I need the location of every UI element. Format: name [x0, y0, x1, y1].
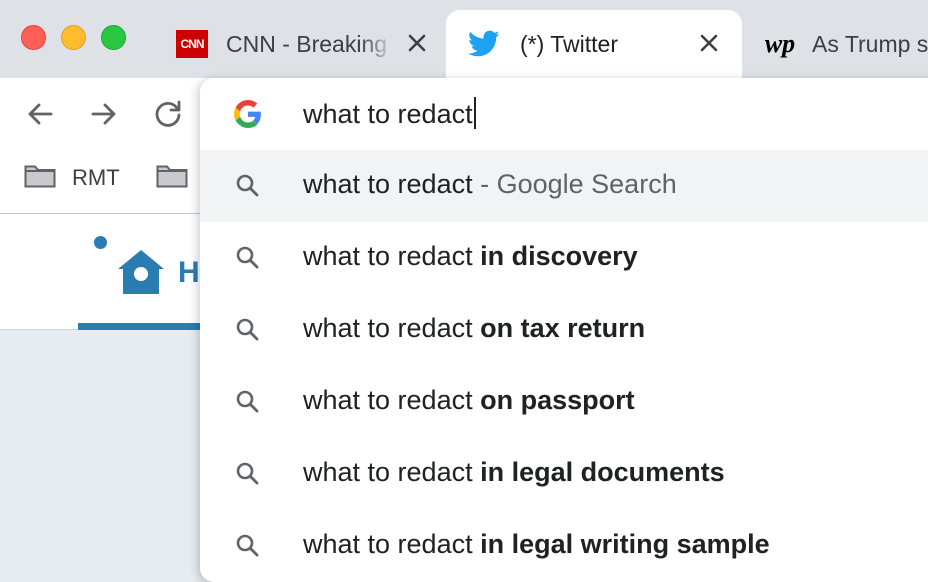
close-icon[interactable] — [406, 32, 428, 54]
tab-title: CNN - Breaking — [226, 31, 388, 57]
suggestion-item[interactable]: what to redact in legal writing sample — [200, 510, 928, 582]
search-icon — [234, 172, 262, 200]
tab-cnn[interactable]: CNN CNN - Breaking — [176, 10, 436, 78]
search-icon — [234, 460, 262, 488]
notification-dot — [94, 236, 107, 249]
google-g-icon — [234, 100, 262, 133]
text-caret — [473, 97, 476, 129]
tab-title: (*) Twitter — [520, 31, 618, 57]
window-close-button[interactable] — [21, 25, 46, 50]
search-icon — [234, 388, 262, 416]
suggestion-text: what to redact in discovery — [303, 241, 638, 271]
close-icon[interactable] — [698, 32, 720, 54]
forward-arrow-icon[interactable] — [88, 98, 120, 130]
search-input[interactable]: what to redact — [303, 97, 476, 130]
tab-twitter[interactable]: (*) Twitter — [446, 10, 742, 78]
washington-post-logo: wp — [764, 29, 796, 58]
folder-icon — [156, 163, 188, 194]
bookmark-label: RMT — [72, 165, 120, 190]
window-minimize-button[interactable] — [61, 25, 86, 50]
suggestion-list: what to redact - Google Search what to r… — [200, 150, 928, 582]
home-tab-label[interactable]: H — [178, 256, 200, 290]
back-arrow-icon[interactable] — [24, 98, 56, 130]
suggestion-google-search[interactable]: what to redact - Google Search — [200, 150, 928, 222]
suggestion-text: what to redact in legal writing sample — [303, 529, 770, 559]
bookmark-folder[interactable] — [156, 162, 188, 194]
search-icon — [234, 532, 262, 560]
tab-title: As Trump s — [812, 31, 928, 57]
tab-washington-post[interactable]: wp As Trump s — [764, 10, 928, 78]
suggestion-text: what to redact in legal documents — [303, 457, 725, 487]
tab-strip: CNN CNN - Breaking (*) Twitter wp As Tru… — [0, 0, 928, 78]
suggestion-item[interactable]: what to redact on passport — [200, 366, 928, 438]
active-tab-indicator — [78, 323, 218, 330]
search-icon — [234, 244, 262, 272]
omnibox-dropdown: what to redact what to redact - Google S… — [200, 78, 928, 582]
suggestion-text: what to redact - Google Search — [303, 169, 677, 199]
cnn-logo: CNN — [176, 30, 208, 58]
suggestion-item[interactable]: what to redact in discovery — [200, 222, 928, 294]
suggestion-item[interactable]: what to redact on tax return — [200, 294, 928, 366]
suggestion-text: what to redact on tax return — [303, 313, 646, 343]
home-icon[interactable] — [116, 248, 166, 301]
twitter-bird-icon — [468, 30, 500, 58]
address-bar[interactable]: what to redact — [200, 78, 928, 150]
bookmark-folder-rmt[interactable]: RMT — [24, 162, 120, 194]
window-maximize-button[interactable] — [101, 25, 126, 50]
folder-icon — [24, 163, 56, 194]
reload-icon[interactable] — [152, 98, 184, 130]
suggestion-text: what to redact on passport — [303, 385, 635, 415]
search-icon — [234, 316, 262, 344]
suggestion-item[interactable]: what to redact in legal documents — [200, 438, 928, 510]
